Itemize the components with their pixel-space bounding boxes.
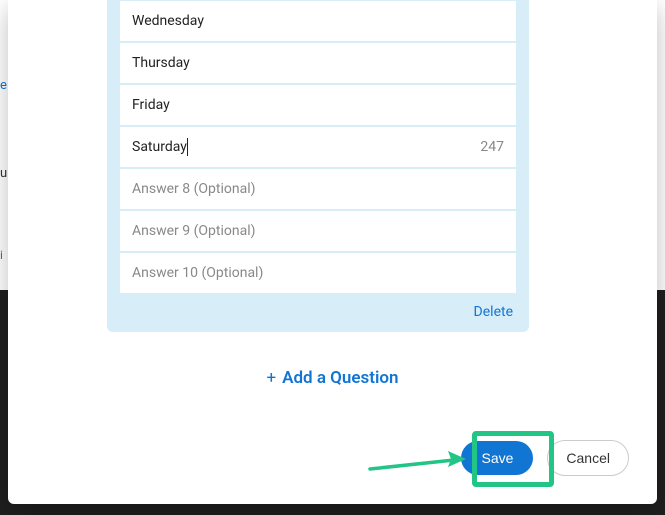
character-count: 247 xyxy=(480,139,504,155)
save-button[interactable]: Save xyxy=(461,441,533,475)
answer-input-saturday[interactable]: Saturday 247 xyxy=(119,126,517,168)
answer-text: Wednesday xyxy=(132,13,204,29)
poll-editor-modal: Wednesday Thursday Friday Saturday 247 A… xyxy=(8,0,657,504)
add-question-button[interactable]: + Add a Question xyxy=(8,368,657,388)
answer-text: Friday xyxy=(132,97,170,113)
delete-question-row: Delete xyxy=(119,294,517,320)
background-link-fragment: e xyxy=(0,78,7,93)
answer-input-10[interactable]: Answer 10 (Optional) xyxy=(119,252,517,294)
answer-placeholder: Answer 8 (Optional) xyxy=(132,181,255,197)
answer-placeholder: Answer 10 (Optional) xyxy=(132,265,263,281)
modal-footer: Save Cancel xyxy=(461,440,629,476)
answer-input-9[interactable]: Answer 9 (Optional) xyxy=(119,210,517,252)
background-text-fragment: u xyxy=(0,166,7,181)
text-cursor xyxy=(187,138,188,156)
answer-text: Thursday xyxy=(132,55,190,71)
answer-text: Saturday xyxy=(132,139,187,155)
answer-input-friday[interactable]: Friday xyxy=(119,84,517,126)
answer-placeholder: Answer 9 (Optional) xyxy=(132,223,255,239)
background-text-fragment-2: i xyxy=(0,248,3,262)
answer-input-wednesday[interactable]: Wednesday xyxy=(119,0,517,42)
answer-input-thursday[interactable]: Thursday xyxy=(119,42,517,84)
delete-question-link[interactable]: Delete xyxy=(474,304,513,320)
add-question-label: Add a Question xyxy=(282,368,398,388)
plus-icon: + xyxy=(266,368,276,388)
question-answers-block: Wednesday Thursday Friday Saturday 247 A… xyxy=(107,0,529,332)
answer-input-8[interactable]: Answer 8 (Optional) xyxy=(119,168,517,210)
cancel-button[interactable]: Cancel xyxy=(547,440,629,476)
